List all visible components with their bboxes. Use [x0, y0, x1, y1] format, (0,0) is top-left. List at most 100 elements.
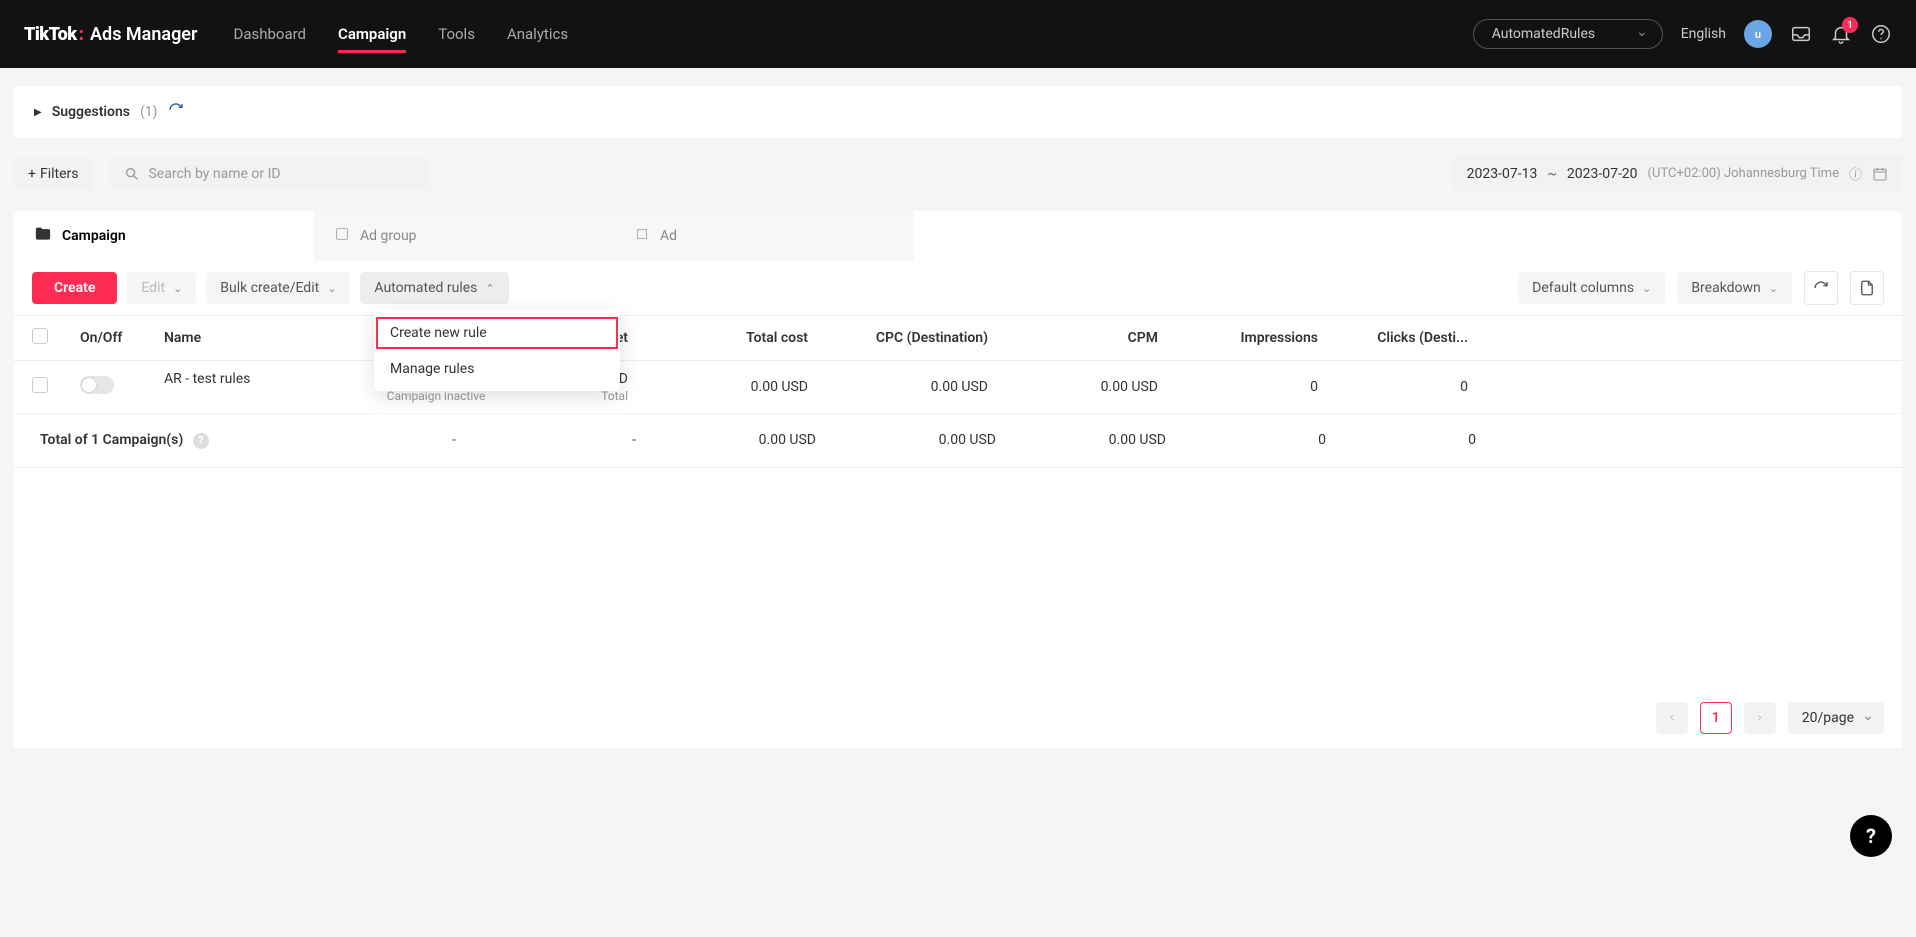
current-page[interactable]: 1: [1700, 702, 1732, 734]
timezone-label: (UTC+02:00) Johannesburg Time: [1648, 166, 1839, 181]
refresh-table-button[interactable]: [1804, 271, 1838, 305]
suggestions-label: Suggestions: [52, 104, 130, 120]
logo-text-sub: Ads Manager: [90, 24, 197, 45]
search-icon: [124, 166, 140, 182]
edit-button[interactable]: Edit ⌄: [127, 272, 196, 304]
bulk-button[interactable]: Bulk create/Edit ⌄: [206, 272, 350, 304]
date-end: 2023-07-20: [1567, 166, 1638, 182]
manage-rules-item[interactable]: Manage rules: [374, 353, 620, 385]
avatar[interactable]: u: [1744, 20, 1772, 48]
filters-label: Filters: [40, 166, 79, 182]
calendar-icon: [1872, 166, 1888, 182]
nav-campaign[interactable]: Campaign: [338, 3, 406, 65]
nav-analytics[interactable]: Analytics: [507, 3, 568, 65]
totals-label: Total of 1 Campaign(s): [40, 432, 183, 448]
language-selector[interactable]: English: [1681, 26, 1726, 42]
header-clicks: Clicks (Desti...: [1326, 330, 1476, 346]
filters-button[interactable]: + Filters: [14, 158, 92, 190]
campaign-name: AR - test rules: [164, 371, 250, 387]
prev-page-button[interactable]: ‹: [1656, 702, 1688, 734]
tab-adgroup[interactable]: Ad group: [314, 211, 614, 261]
table-row: × AR - test rules Campaign inactive 500 …: [14, 361, 1902, 414]
header-totalcost: Total cost: [636, 330, 816, 346]
tab-campaign-label: Campaign: [62, 228, 126, 244]
inbox-icon[interactable]: [1790, 23, 1812, 45]
date-start: 2023-07-13: [1467, 166, 1538, 182]
export-button[interactable]: [1850, 271, 1884, 305]
automated-rules-dropdown: Create new rule Manage rules: [374, 309, 620, 391]
empty-space: [14, 468, 1902, 688]
account-name: AutomatedRules: [1492, 26, 1595, 42]
bulk-label: Bulk create/Edit: [220, 280, 319, 296]
totals-impressions: 0: [1174, 432, 1334, 449]
columns-label: Default columns: [1532, 280, 1634, 296]
chevron-down-icon: ⌄: [1769, 282, 1778, 295]
page-size-label: 20/page: [1802, 710, 1854, 726]
refresh-icon[interactable]: [168, 102, 184, 122]
ad-icon: [634, 226, 650, 246]
row-toggle[interactable]: ×: [72, 376, 156, 398]
top-header: TikTok : Ads Manager Dashboard Campaign …: [0, 0, 1916, 68]
pagination: ‹ 1 › 20/page: [14, 688, 1902, 748]
action-toolbar: Create Edit ⌄ Bulk create/Edit ⌄ Automat…: [14, 261, 1902, 316]
logo[interactable]: TikTok : Ads Manager: [24, 24, 197, 45]
header-cpm: CPM: [996, 330, 1166, 346]
header-impressions: Impressions: [1166, 330, 1326, 346]
controls-row: + Filters Search by name or ID 2023-07-1…: [14, 156, 1902, 191]
edit-label: Edit: [141, 280, 165, 296]
bell-icon[interactable]: 1: [1830, 23, 1852, 45]
row-clicks: 0: [1326, 379, 1476, 395]
search-input[interactable]: Search by name or ID: [110, 158, 430, 190]
totals-status: -: [452, 432, 456, 448]
help-icon[interactable]: [1870, 23, 1892, 45]
expand-icon[interactable]: ▶: [34, 107, 42, 118]
plus-icon: +: [28, 166, 36, 182]
campaign-status: Campaign inactive: [294, 389, 578, 403]
account-selector[interactable]: AutomatedRules: [1473, 19, 1663, 49]
help-fab[interactable]: ?: [1850, 815, 1892, 857]
date-range-picker[interactable]: 2023-07-13 ~ 2023-07-20 (UTC+02:00) Joha…: [1453, 156, 1902, 191]
tab-ad[interactable]: Ad: [614, 211, 914, 261]
suggestions-count: (1): [140, 104, 158, 120]
nav-dashboard[interactable]: Dashboard: [233, 3, 306, 65]
level-tabs: Campaign Ad group Ad: [14, 211, 1902, 261]
create-button[interactable]: Create: [32, 272, 117, 304]
tab-campaign[interactable]: Campaign: [14, 211, 314, 261]
next-page-button[interactable]: ›: [1744, 702, 1776, 734]
logo-colon: :: [79, 24, 84, 45]
totals-cpm: 0.00 USD: [1004, 432, 1174, 449]
table-header: On/Off Name Budget Total cost CPC (Desti…: [14, 316, 1902, 361]
totals-totalcost: 0.00 USD: [644, 432, 824, 449]
search-placeholder: Search by name or ID: [148, 166, 280, 182]
totals-help-icon[interactable]: ?: [193, 433, 209, 449]
toolbar-right: Default columns ⌄ Breakdown ⌄: [1518, 271, 1884, 305]
automated-rules-button[interactable]: Automated rules ⌃: [360, 272, 508, 304]
chevron-down-icon: ⌄: [1642, 282, 1651, 295]
totals-cpc: 0.00 USD: [824, 432, 1004, 449]
chevron-down-icon: ⌄: [173, 282, 182, 295]
header-onoff: On/Off: [72, 330, 156, 346]
logo-text-main: TikTok: [24, 24, 77, 45]
main-nav: Dashboard Campaign Tools Analytics: [233, 3, 568, 65]
page-size-selector[interactable]: 20/page: [1788, 702, 1884, 734]
row-impressions: 0: [1166, 379, 1326, 395]
notification-badge: 1: [1842, 17, 1858, 33]
header-cpc: CPC (Destination): [816, 330, 996, 346]
row-cpm: 0.00 USD: [996, 379, 1166, 395]
automated-rules-label: Automated rules: [374, 280, 477, 296]
chevron-down-icon: ⌄: [327, 282, 336, 295]
row-checkbox[interactable]: [24, 377, 72, 397]
columns-button[interactable]: Default columns ⌄: [1518, 272, 1665, 304]
totals-clicks: 0: [1334, 432, 1484, 449]
campaign-table: On/Off Name Budget Total cost CPC (Desti…: [14, 316, 1902, 468]
nav-tools[interactable]: Tools: [438, 3, 475, 65]
header-checkbox[interactable]: [24, 328, 72, 348]
totals-row: Total of 1 Campaign(s) ? - - 0.00 USD 0.…: [14, 414, 1902, 468]
totals-budget: -: [464, 432, 644, 449]
create-new-rule-item[interactable]: Create new rule: [376, 317, 618, 349]
breakdown-button[interactable]: Breakdown ⌄: [1677, 272, 1792, 304]
folder-icon: [34, 225, 52, 247]
chevron-up-icon: ⌃: [485, 282, 494, 295]
header-right: AutomatedRules English u 1: [1473, 19, 1892, 49]
breakdown-label: Breakdown: [1691, 280, 1760, 296]
